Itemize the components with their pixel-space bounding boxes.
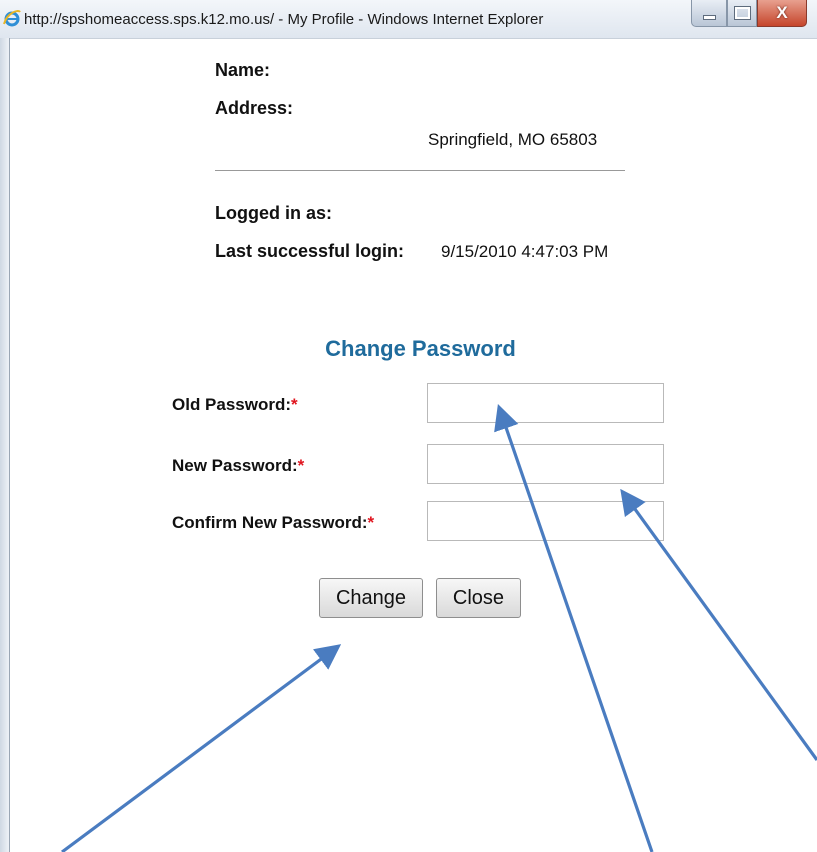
new-password-label: New Password:* — [172, 456, 304, 476]
address-label: Address: — [215, 98, 294, 118]
close-window-button[interactable]: X — [757, 0, 807, 27]
maximize-icon — [733, 6, 751, 20]
ie-logo-icon — [3, 10, 21, 27]
window-title: http://spshomeaccess.sps.k12.mo.us/ - My… — [24, 11, 544, 28]
minimize-icon — [702, 14, 716, 20]
window-controls: X — [691, 0, 807, 28]
logged-in-label: Logged in as: — [215, 203, 332, 223]
old-password-input[interactable] — [427, 383, 664, 423]
required-marker: * — [291, 395, 298, 414]
annotation-arrows — [61, 403, 817, 852]
close-button[interactable]: Close — [436, 578, 521, 618]
last-login-label: Last successful login: — [215, 241, 405, 261]
last-login-value: 9/15/2010 4:47:03 PM — [441, 242, 609, 261]
close-icon: X — [776, 3, 788, 22]
name-label: Name: — [215, 60, 271, 80]
change-button[interactable]: Change — [319, 578, 423, 618]
divider — [215, 170, 625, 171]
required-marker: * — [297, 456, 305, 475]
new-password-label-text: New Password: — [172, 456, 298, 475]
window-frame-left — [0, 38, 10, 852]
old-password-label-text: Old Password: — [172, 395, 292, 414]
confirm-password-label: Confirm New Password:* — [172, 513, 374, 533]
window-titlebar: http://spshomeaccess.sps.k12.mo.us/ - My… — [0, 0, 817, 39]
annotation-arrow — [61, 644, 342, 852]
minimize-button[interactable] — [691, 0, 727, 27]
confirm-password-input[interactable] — [427, 501, 664, 541]
required-marker: * — [367, 513, 375, 532]
change-password-title: Change Password — [325, 336, 516, 361]
confirm-password-label-text: Confirm New Password: — [172, 513, 368, 532]
old-password-label: Old Password:* — [172, 395, 298, 415]
maximize-button[interactable] — [727, 0, 757, 27]
address-line: Springfield, MO 65803 — [428, 130, 598, 149]
new-password-input[interactable] — [427, 444, 664, 484]
